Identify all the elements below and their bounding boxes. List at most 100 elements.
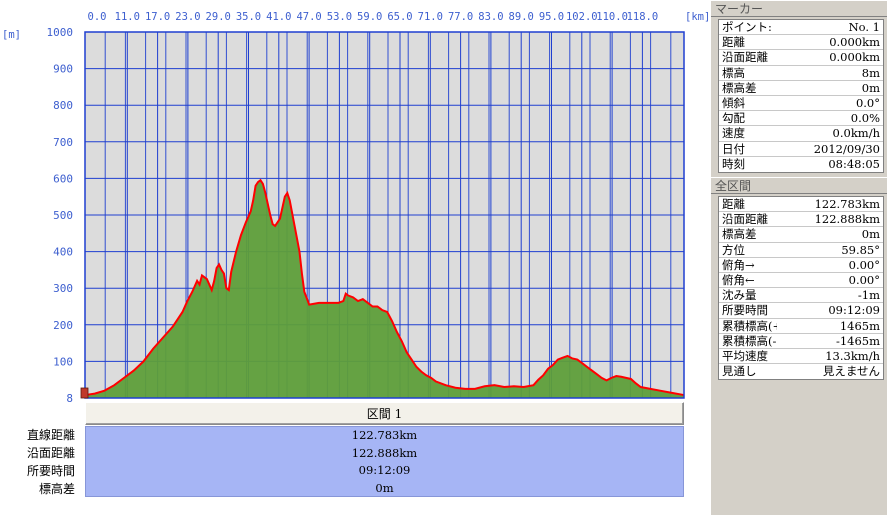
summary-value-elapsed-time: 09:12:09 (358, 463, 411, 477)
total-row-label: 平均速度 (722, 348, 768, 363)
total-row-label: 沈み量 (722, 288, 757, 303)
total-row: 所要時間 09:12:09 (719, 303, 883, 319)
x-tick-label: 59.0 (357, 11, 382, 23)
marker-row: 標高差 0m (719, 81, 883, 96)
marker-row: 沿面距離 0.000km (719, 50, 883, 66)
elevation-chart[interactable]: 0.0 11.0 17.0 23.0 29.0 35.0 41.0 47.0 53.0 59.0 6… (0, 0, 711, 402)
marker-row-label: 標高 (722, 65, 745, 80)
y-axis-unit: [m] (2, 29, 21, 41)
marker-row-label: 傾斜 (722, 95, 745, 110)
total-row-value: -1465m (835, 333, 880, 348)
total-row-value: 13.3km/h (825, 348, 880, 363)
total-row-label: 俯角← (722, 272, 755, 287)
total-row-value: 09:12:09 (828, 303, 880, 318)
x-tick-label: 11.0 (115, 11, 140, 23)
y-tick-label: 900 (53, 63, 73, 76)
x-tick-label: 53.0 (327, 11, 352, 23)
marker-row-value: 8m (861, 65, 880, 80)
marker-row-label: 速度 (722, 126, 745, 141)
summary-values: 122.783km 122.888km 09:12:09 0m (85, 426, 684, 497)
summary-labels: 直線距離 沿面距離 所要時間 標高差 (0, 426, 85, 498)
summary-value-elevation-diff: 0m (375, 480, 394, 495)
y-tick-label: 400 (53, 246, 73, 259)
marker-row-value: No. 1 (848, 20, 880, 34)
total-row-label: 距離 (722, 197, 745, 211)
total-row: 距離 122.783km (719, 197, 883, 213)
y-tick-label: 200 (53, 319, 73, 332)
total-row-value: 122.783km (814, 197, 880, 211)
total-block: 全区間 距離 122.783km 沿面距離 122.888km 標高差 0m 方位 59.85… (711, 177, 887, 381)
total-panel-title: 全区間 (711, 177, 887, 194)
section-header[interactable]: 区間 1 (85, 402, 684, 425)
summary-label-straight-distance: 直線距離 (26, 428, 75, 442)
total-row: 見通し 見えません (719, 364, 883, 379)
marker-panel-title: マーカー (711, 0, 887, 17)
marker-row-value: 0.0° (855, 95, 880, 110)
x-tick-label: 110.0 (596, 11, 628, 23)
summary-label-surface-distance: 沿面距離 (26, 446, 75, 460)
marker-row-label: 勾配 (722, 111, 745, 126)
total-row-label: 累積標高(+) (722, 318, 777, 333)
x-tick-label: 29.0 (206, 11, 231, 23)
marker-row-value: 2012/09/30 (813, 141, 880, 156)
total-table: 距離 122.783km 沿面距離 122.888km 標高差 0m 方位 59.85° 俯角→… (718, 196, 884, 381)
y-tick-label: 8 (66, 392, 73, 402)
total-row: 累積標高(-) -1465m (719, 334, 883, 349)
x-tick-label: 89.0 (509, 11, 534, 23)
x-tick-label: 77.0 (448, 11, 473, 23)
marker-row: 距離 0.000km (719, 35, 883, 51)
marker-row: ポイント: No. 1 (719, 20, 883, 36)
marker-row: 速度 0.0km/h (719, 126, 883, 142)
x-tick-label: 0.0 (88, 11, 107, 23)
marker-row-label: 沿面距離 (722, 50, 768, 65)
total-row-value: 122.888km (814, 212, 880, 227)
summary-label-elapsed-time: 所要時間 (26, 464, 75, 478)
y-tick-label: 700 (53, 136, 73, 149)
total-row-label: 累積標高(-) (722, 333, 777, 348)
total-row-label: 見通し (722, 364, 757, 379)
marker-row: 勾配 0.0% (719, 111, 883, 127)
total-row-label: 標高差 (722, 227, 757, 242)
marker-row-value: 0m (861, 80, 880, 95)
total-row: 標高差 0m (719, 227, 883, 243)
y-tick-label: 800 (53, 99, 73, 112)
total-row: 累積標高(+) 1465m (719, 319, 883, 334)
marker-row-value: 0.000km (829, 50, 880, 65)
x-tick-label: 102.0 (566, 11, 598, 23)
position-marker (80, 387, 89, 399)
total-row-label: 所要時間 (722, 303, 768, 318)
total-row: 俯角← 0.00° (719, 272, 883, 289)
total-row: 俯角→ 0.00° (719, 258, 883, 273)
total-row-value: 59.85° (841, 242, 880, 257)
total-row-value: 1465m (839, 318, 880, 333)
y-tick-label: 500 (53, 209, 73, 222)
x-tick-label: 118.0 (627, 11, 659, 23)
x-axis-unit: [km] (685, 11, 710, 23)
marker-row: 日付 2012/09/30 (719, 142, 883, 157)
marker-row-value: 08:48:05 (828, 156, 880, 171)
total-row: 平均速度 13.3km/h (719, 348, 883, 365)
marker-row: 傾斜 0.0° (719, 95, 883, 112)
marker-row-label: ポイント: (722, 20, 772, 34)
total-row-label: 俯角→ (722, 257, 755, 272)
total-row-label: 方位 (722, 242, 745, 257)
x-tick-label: 17.0 (145, 11, 170, 23)
section-header-label: 区間 1 (366, 407, 403, 421)
total-row-label: 沿面距離 (722, 212, 768, 227)
marker-row-label: 日付 (722, 141, 745, 156)
marker-row-label: 標高差 (722, 80, 757, 95)
marker-row-value: 0.0km/h (832, 126, 880, 141)
marker-row-label: 距離 (722, 35, 745, 50)
summary-label-elevation-diff: 標高差 (38, 482, 75, 496)
marker-row-value: 0.0% (850, 111, 880, 126)
total-row-value: -1m (857, 288, 880, 303)
summary-value-straight-distance: 122.783km (351, 428, 418, 442)
total-row: 沿面距離 122.888km (719, 212, 883, 228)
marker-row: 時刻 08:48:05 (719, 157, 883, 172)
x-tick-label: 35.0 (236, 11, 261, 23)
x-tick-label: 95.0 (539, 11, 564, 23)
marker-row-label: 時刻 (722, 156, 745, 171)
total-row-value: 0m (861, 227, 880, 242)
x-tick-label: 23.0 (175, 11, 200, 23)
y-tick-label: 100 (53, 355, 73, 368)
